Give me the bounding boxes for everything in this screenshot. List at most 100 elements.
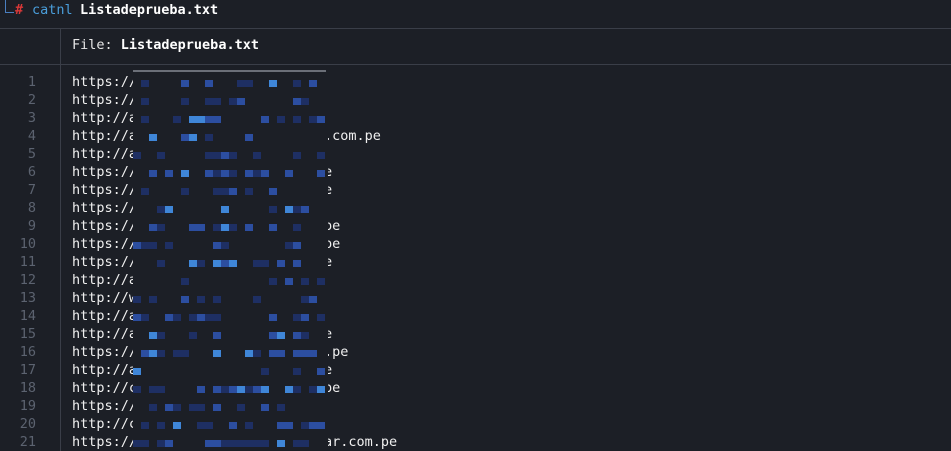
line-text: http://a	[72, 109, 137, 127]
redaction-pixel	[285, 242, 293, 249]
redaction-pixel	[213, 116, 221, 123]
redaction-pixel	[245, 80, 253, 87]
line-url-suffix: ar.com.pe	[324, 434, 398, 450]
redaction-pixel	[293, 152, 301, 159]
redaction-pixel	[277, 332, 285, 339]
redaction-pixel	[269, 224, 277, 231]
redaction-pixel	[149, 224, 157, 231]
redaction-pixel	[149, 404, 157, 411]
redaction-pixel	[293, 80, 301, 87]
redaction-pixel	[173, 404, 181, 411]
redaction-pixel	[301, 98, 309, 105]
redacted-region	[133, 70, 328, 451]
redaction-pixel	[293, 98, 301, 105]
redaction-pixel	[205, 314, 213, 321]
redaction-pixel	[221, 440, 229, 447]
redaction-pixel	[237, 404, 245, 411]
redaction-pixel	[213, 332, 221, 339]
redaction-pixel	[229, 98, 237, 105]
redaction-pixel	[133, 296, 141, 303]
redaction-pixel	[181, 134, 189, 141]
line-text: https://	[72, 73, 137, 91]
redaction-pixel	[181, 98, 189, 105]
redaction-pixel	[157, 224, 165, 231]
redaction-pixel	[253, 260, 261, 267]
redaction-pixel	[165, 170, 173, 177]
line-url-prefix: https://	[72, 164, 138, 180]
line-url-prefix: http://a	[72, 146, 138, 162]
redaction-pixel	[157, 440, 165, 447]
redaction-pixel	[277, 440, 285, 447]
line-text: http://a e	[72, 325, 332, 343]
line-number: 6	[27, 164, 36, 180]
redaction-pixel	[221, 386, 229, 393]
redaction-pixel	[213, 404, 221, 411]
redaction-pixel	[133, 386, 141, 393]
redaction-pixel	[301, 296, 309, 303]
redaction-pixel	[301, 422, 309, 429]
redaction-pixel	[173, 314, 181, 321]
redaction-pixel	[229, 170, 237, 177]
prompt-command: catnl	[32, 2, 73, 18]
redaction-pixel	[213, 224, 221, 231]
redaction-pixel	[269, 278, 277, 285]
redaction-pixel	[149, 296, 157, 303]
line-text: http://w	[72, 289, 137, 307]
line-text: https://e	[72, 181, 332, 199]
line-text: https://e	[72, 163, 332, 181]
redaction-pixel	[141, 98, 149, 105]
redaction-pixel	[173, 350, 181, 357]
redaction-pixel	[277, 350, 285, 357]
redaction-pixel	[197, 260, 205, 267]
redaction-pixel	[213, 98, 221, 105]
redaction-pixel	[205, 116, 213, 123]
redaction-pixel	[221, 260, 229, 267]
redaction-pixel	[205, 80, 213, 87]
line-text: http://c pe	[72, 379, 340, 397]
redaction-pixel	[317, 152, 325, 159]
line-number: 1	[27, 74, 36, 90]
redaction-pixel	[133, 440, 141, 447]
redaction-pixel	[261, 386, 269, 393]
redaction-pixel	[205, 440, 213, 447]
line-url-prefix: https://	[72, 218, 138, 234]
redaction-pixel	[221, 170, 229, 177]
redaction-pixel	[277, 116, 285, 123]
redaction-pixel	[181, 80, 189, 87]
redaction-pixel	[165, 404, 173, 411]
redaction-pixel	[301, 350, 309, 357]
line-number: 21	[19, 434, 36, 450]
redaction-pixel	[261, 368, 269, 375]
file-label: File:	[72, 37, 113, 53]
redaction-pixel	[237, 386, 245, 393]
line-text: http://a e	[72, 361, 332, 379]
redaction-pixel	[165, 242, 173, 249]
redaction-pixel	[261, 116, 269, 123]
redaction-pixel	[165, 314, 173, 321]
redaction-pixel	[269, 314, 277, 321]
redaction-pixel	[149, 170, 157, 177]
redaction-pixel	[149, 134, 157, 141]
redaction-pixel	[213, 242, 221, 249]
redaction-pixel	[293, 206, 301, 213]
redaction-pixel	[133, 242, 141, 249]
redaction-pixel	[253, 386, 261, 393]
redaction-pixel	[261, 404, 269, 411]
line-number: 14	[19, 308, 36, 324]
file-header: File: Listadeprueba.txt	[72, 37, 259, 53]
redaction-pixel	[245, 134, 253, 141]
line-url-prefix: https://	[72, 344, 138, 360]
redaction-pixel	[205, 152, 213, 159]
redaction-pixel	[293, 224, 301, 231]
redaction-pixel	[141, 188, 149, 195]
line-url-prefix: https://	[72, 182, 138, 198]
redaction-pixel	[269, 80, 277, 87]
redaction-pixel	[157, 206, 165, 213]
redaction-pixel	[189, 224, 197, 231]
redaction-pixel	[205, 422, 213, 429]
line-url-prefix: http://a	[72, 128, 138, 144]
redaction-pixel	[253, 350, 261, 357]
redaction-pixel	[245, 386, 253, 393]
line-number: 17	[19, 362, 36, 378]
redaction-pixel	[245, 440, 253, 447]
